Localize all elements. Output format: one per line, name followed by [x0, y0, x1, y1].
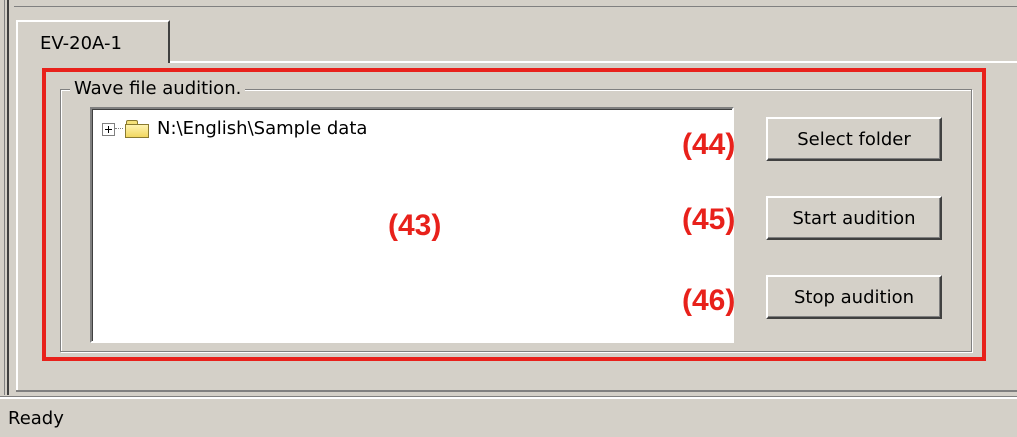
callout-select-folder: (44)	[682, 128, 736, 161]
window-frame-left	[0, 0, 9, 395]
status-bar-divider	[0, 396, 1017, 399]
tab-panel-bottom-border	[16, 390, 1017, 392]
callout-start-audition: (45)	[682, 203, 736, 236]
callout-tree: (43)	[388, 209, 442, 242]
top-divider	[14, 6, 1017, 7]
callout-stop-audition: (46)	[682, 284, 736, 317]
tab-label: EV-20A-1	[40, 33, 122, 54]
tab-panel-left-border	[16, 61, 18, 391]
status-text: Ready	[8, 408, 64, 429]
tab-ev-20a-1[interactable]: EV-20A-1	[16, 20, 170, 63]
annotation-highlight-box	[42, 68, 986, 361]
